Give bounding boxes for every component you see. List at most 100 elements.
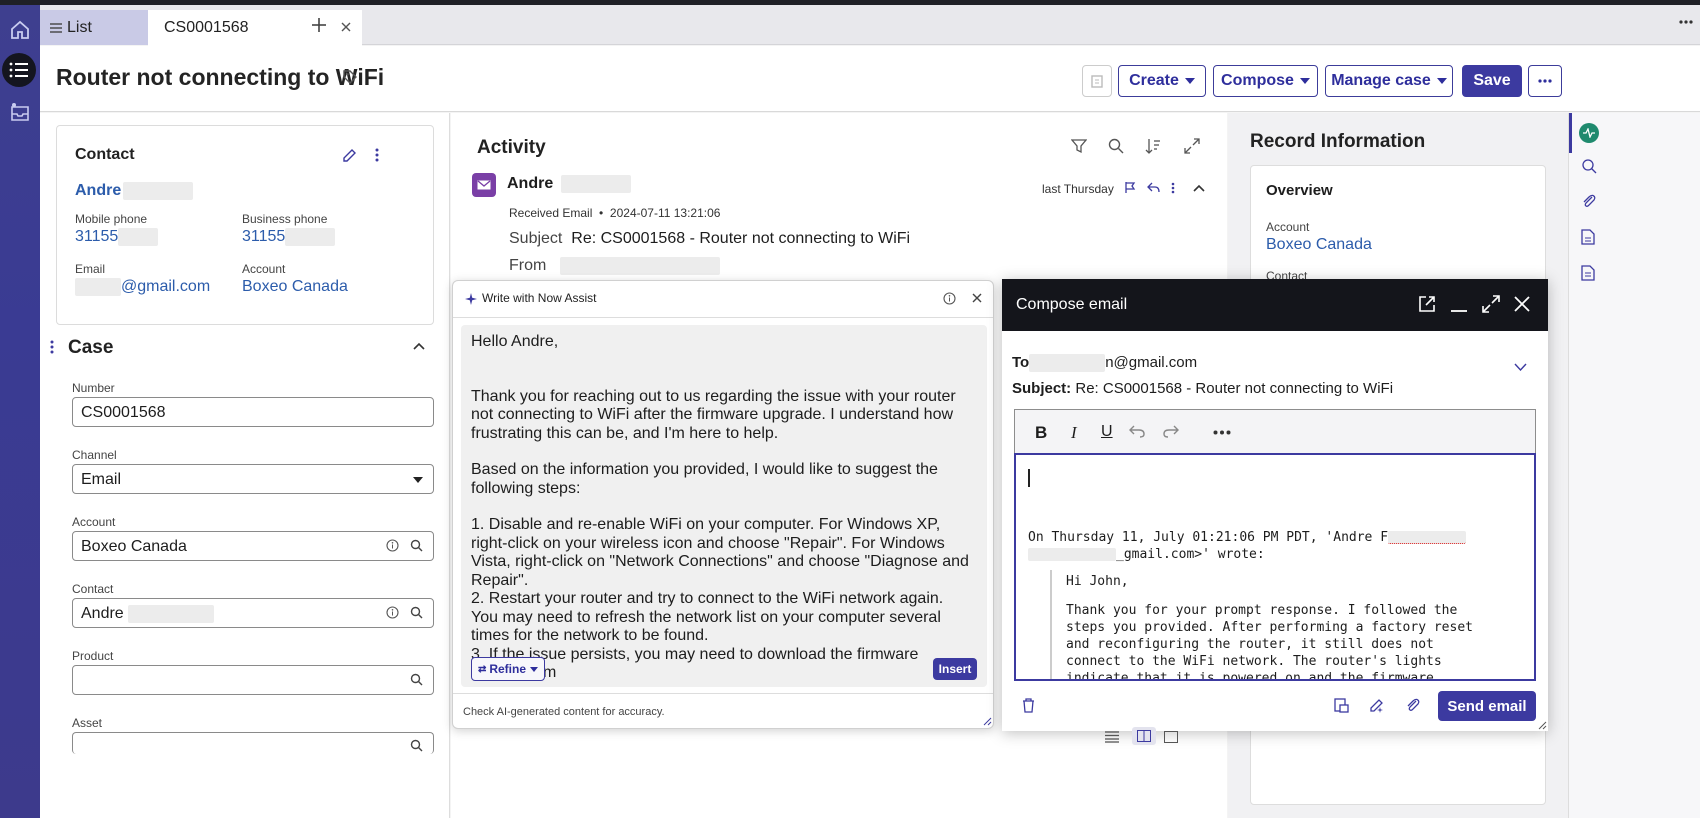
ai-write-icon[interactable] [1369, 698, 1384, 713]
tab-list[interactable]: List [40, 10, 148, 45]
resize-handle-icon[interactable] [1538, 721, 1547, 730]
section-drag-icon[interactable] [50, 340, 54, 354]
email-body-editor[interactable]: On Thursday 11, July 01:21:06 PM PDT, 'A… [1014, 453, 1536, 681]
asset-field[interactable] [72, 732, 434, 754]
discard-icon[interactable] [1022, 698, 1035, 713]
home-icon[interactable] [5, 15, 35, 45]
close-assist-icon[interactable] [971, 292, 983, 304]
knowledge-search-icon[interactable] [1581, 158, 1597, 174]
subject-value: Re: CS0001568 - Router not connecting to… [571, 230, 911, 247]
email-link[interactable]: @gmail.com [75, 278, 210, 296]
copy-record-button[interactable] [1082, 65, 1112, 97]
activity-more-icon[interactable] [1171, 182, 1175, 194]
channel-select[interactable]: Email [72, 464, 434, 494]
more-actions-button[interactable] [1528, 65, 1562, 97]
redacted-to [1029, 354, 1106, 373]
mobile-link[interactable]: 31155 [75, 228, 159, 246]
resize-handle-icon[interactable] [983, 717, 992, 726]
split-view-icon[interactable] [1132, 727, 1156, 745]
filter-icon[interactable] [1071, 138, 1087, 154]
list-nav-icon[interactable] [2, 53, 36, 87]
workspace: List CS0001568 Router not connecting to … [40, 5, 1700, 818]
single-view-icon[interactable] [1164, 731, 1178, 743]
case-contact-field[interactable]: Andre [72, 598, 434, 628]
create-button[interactable]: Create [1118, 65, 1206, 97]
menu-icon [50, 22, 62, 33]
chevron-down-icon [530, 666, 539, 672]
redo-icon[interactable] [1163, 424, 1179, 438]
minimize-icon[interactable] [1450, 303, 1468, 313]
expand-icon[interactable] [1184, 138, 1200, 154]
collapse-activity-icon[interactable] [1192, 183, 1206, 193]
insert-button[interactable]: Insert [933, 658, 977, 680]
more-formatting-icon[interactable] [1213, 430, 1231, 435]
redacted-email [75, 278, 121, 296]
search-icon[interactable] [410, 739, 423, 752]
account-label: Account [242, 262, 286, 276]
manage-case-button-label: Manage case [1331, 72, 1431, 89]
overview-account-link[interactable]: Boxeo Canada [1266, 236, 1372, 254]
search-icon[interactable] [1108, 138, 1124, 154]
close-tab-icon[interactable] [340, 21, 352, 33]
pop-out-icon[interactable] [1418, 295, 1436, 313]
tab-case-label: CS0001568 [164, 19, 249, 36]
to-field[interactable]: To n@gmail.com [1012, 354, 1197, 373]
search-icon[interactable] [410, 673, 423, 686]
redacted-mobile [118, 228, 159, 246]
send-email-button[interactable]: Send email [1438, 691, 1536, 721]
activity-heading: Activity [477, 137, 546, 158]
inbox-icon[interactable] [5, 97, 35, 127]
attach-icon[interactable] [1406, 698, 1421, 713]
sparkle-icon [465, 293, 477, 305]
list-view-icon[interactable] [1105, 731, 1119, 743]
number-field[interactable]: CS0001568 [72, 397, 434, 427]
document-icon[interactable] [1581, 229, 1595, 245]
assist-disclaimer: Check AI-generated content for accuracy. [463, 706, 665, 718]
chevron-down-icon[interactable] [1514, 363, 1527, 371]
more-tabs-icon[interactable] [1679, 19, 1693, 25]
underline-icon[interactable]: U [1101, 423, 1113, 441]
business-phone-link[interactable]: 31155 [242, 228, 336, 246]
undo-icon[interactable] [1129, 424, 1145, 438]
tab-case[interactable]: CS0001568 [148, 10, 362, 46]
reply-icon[interactable] [1147, 182, 1160, 193]
search-icon[interactable] [410, 606, 423, 619]
collapse-case-icon[interactable] [412, 341, 426, 351]
refine-button[interactable]: ⇄ Refine [471, 657, 545, 681]
maximize-icon[interactable] [1482, 295, 1500, 313]
tag-icon[interactable] [342, 69, 358, 85]
subject-field[interactable]: Subject: Re: CS0001568 - Router not conn… [1012, 380, 1393, 397]
assist-title: Write with Now Assist [482, 291, 597, 305]
contact-menu-icon[interactable] [375, 148, 379, 162]
edit-contact-icon[interactable] [341, 148, 357, 164]
sender-name: Andre [507, 175, 554, 193]
compose-title: Compose email [1016, 296, 1128, 313]
compose-button[interactable]: Compose [1213, 65, 1318, 97]
sort-icon[interactable] [1145, 138, 1161, 154]
assist-generated-text[interactable]: Hello Andre, Thank you for reaching out … [461, 325, 987, 687]
product-field[interactable] [72, 665, 434, 695]
close-compose-icon[interactable] [1514, 296, 1530, 312]
notes-icon[interactable] [1581, 265, 1595, 281]
bold-icon[interactable]: B [1035, 423, 1047, 443]
flag-icon[interactable] [1124, 181, 1136, 194]
compose-subject-label: Subject: [1012, 380, 1072, 397]
template-icon[interactable] [1334, 698, 1349, 713]
account-link[interactable]: Boxeo Canada [242, 278, 348, 296]
subject-label: Subject [509, 230, 563, 247]
info-icon[interactable] [386, 606, 399, 619]
italic-icon[interactable]: I [1071, 423, 1077, 443]
search-icon[interactable] [410, 539, 423, 552]
case-account-field[interactable]: Boxeo Canada [72, 531, 434, 561]
redacted-name [123, 182, 194, 200]
redacted-quote-name [1388, 531, 1467, 544]
info-icon[interactable] [386, 539, 399, 552]
add-tab-icon[interactable] [311, 17, 327, 33]
save-button[interactable]: Save [1462, 65, 1522, 97]
activity-pulse-icon[interactable] [1579, 123, 1599, 143]
contact-name-link[interactable]: Andre [75, 182, 194, 200]
manage-case-button[interactable]: Manage case [1325, 65, 1453, 97]
info-icon[interactable] [943, 292, 956, 305]
from-label: From [509, 257, 547, 275]
attachment-icon[interactable] [1581, 193, 1597, 209]
